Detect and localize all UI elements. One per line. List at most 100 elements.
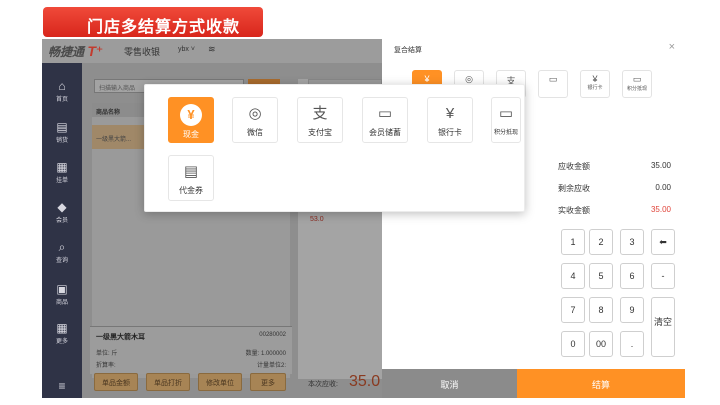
method-cash[interactable]: ¥ 现金 (168, 97, 214, 143)
method-label: 微信 (247, 128, 263, 137)
panel-title: 复合结算 (394, 47, 422, 54)
due-value: 35.0 (349, 373, 381, 390)
report-icon: ▦ (56, 160, 68, 174)
method-wechat[interactable]: ◎ 微信 (232, 97, 278, 143)
sidebar-item-label: 销货 (55, 138, 68, 144)
member-card-icon: ▭ (377, 105, 393, 122)
key-1[interactable]: 1 (561, 229, 585, 255)
mini-method-label: 银行卡 (587, 85, 603, 91)
received-value: 35.00 (650, 205, 671, 214)
bankcard-icon: ¥ (445, 105, 455, 122)
sidebar-item-label: 会员 (55, 218, 68, 224)
logo-mark: T⁺ (87, 43, 104, 59)
mode-label: 零售收银 (124, 47, 161, 57)
alipay-icon: 支 (312, 105, 328, 122)
user-menu[interactable]: ybx ˅ (178, 46, 195, 53)
search-icon: ⌕ (58, 240, 66, 254)
detail-code: 00280002 (259, 332, 286, 338)
sidebar-menu-button[interactable]: ≡ (42, 379, 82, 393)
item-discount-button[interactable]: 单品打折 (146, 373, 190, 391)
menu-icon: ≡ (58, 379, 66, 393)
sidebar-item-label: 商品 (55, 300, 68, 306)
method-voucher[interactable]: ▤ 代金券 (168, 155, 214, 201)
key-6[interactable]: 6 (620, 263, 644, 289)
key-0[interactable]: 0 (561, 331, 585, 357)
yuan-icon: ¥ (424, 74, 430, 84)
mini-method-bankcard[interactable]: ¥ 银行卡 (580, 70, 610, 98)
settle-button[interactable]: 结算 (517, 369, 685, 398)
method-label: 会员储蓄 (369, 128, 401, 137)
grid-icon: ▦ (56, 321, 68, 335)
banner-title: 门店多结算方式收款 (87, 19, 241, 36)
method-label: 代金券 (179, 186, 203, 195)
method-member-savings[interactable]: ▭ 会员储蓄 (362, 97, 408, 143)
sidebar-item-hold[interactable]: ▦ 挂单 (42, 160, 82, 184)
method-label: 银行卡 (438, 128, 462, 137)
key-9[interactable]: 9 (620, 297, 644, 323)
amount-due-value: 35.00 (650, 161, 671, 170)
key-5[interactable]: 5 (589, 263, 613, 289)
bankcard-icon: ¥ (592, 74, 598, 84)
change-unit-button[interactable]: 修改单位 (198, 373, 242, 391)
cancel-button[interactable]: 取消 (382, 369, 517, 398)
detail-unit: 单位: 斤 (96, 351, 118, 357)
wifi-icon: ≋ (208, 44, 216, 54)
clear-key[interactable]: 清空 (651, 297, 675, 357)
remaining-label: 剩余应收 (558, 184, 590, 193)
backspace-key[interactable]: ⬅ (651, 229, 675, 255)
sidebar-item-label: 更多 (55, 339, 68, 345)
minus-key[interactable]: - (651, 263, 675, 289)
points-icon: ▭ (632, 74, 642, 84)
sidebar-item-label: 首页 (55, 97, 68, 103)
sidebar-item-member[interactable]: ◆ 会员 (42, 200, 82, 224)
close-icon[interactable]: × (669, 41, 675, 53)
sidebar-item-goods[interactable]: ▣ 商品 (42, 282, 82, 306)
sidebar-item-label: 查询 (55, 258, 68, 264)
mini-method-points[interactable]: ▭ 积分抵现 (622, 70, 652, 98)
bag-icon: ▣ (56, 282, 68, 296)
sidebar: ⌂ 首页 ▤ 销货 ▦ 挂单 ◆ 会员 ⌕ 查询 ▣ 商品 ▦ 更多 ≡ (42, 63, 82, 398)
detail-name: 一级黑大箭木耳 (96, 334, 145, 341)
yuan-icon: ¥ (180, 104, 202, 126)
item-detail: 一级黑大箭木耳 00280002 单位: 斤 数量: 1.000000 折算率:… (90, 326, 292, 374)
key-7[interactable]: 7 (561, 297, 585, 323)
wechat-icon: ◎ (248, 105, 262, 122)
due-label: 本次应收: (308, 381, 338, 388)
detail-unit2: 计量单位2: (256, 363, 286, 369)
more-button[interactable]: 更多 (250, 373, 286, 391)
dot-key[interactable]: . (620, 331, 644, 357)
app-logo: 畅捷通 T⁺ (48, 43, 103, 60)
document-icon: ▤ (56, 120, 68, 134)
sidebar-item-sales[interactable]: ▤ 销货 (42, 120, 82, 144)
method-bankcard[interactable]: ¥ 银行卡 (427, 97, 473, 143)
mini-method-card[interactable]: ▭ (538, 70, 568, 98)
price-tag: 53.0 (310, 216, 324, 223)
logo-text: 畅捷通 (48, 45, 85, 59)
card-icon: ▭ (548, 74, 558, 84)
mini-method-label: 积分抵现 (626, 86, 647, 92)
remaining-value: 0.00 (655, 183, 671, 192)
sidebar-item-query[interactable]: ⌕ 查询 (42, 240, 82, 264)
sidebar-item-more[interactable]: ▦ 更多 (42, 321, 82, 345)
payment-methods-popup: ¥ 现金 ◎ 微信 支 支付宝 ▭ 会员储蓄 ¥ 银行卡 ▭ 积分抵现 ▤ 代金… (144, 84, 525, 212)
sidebar-item-label: 挂单 (55, 178, 68, 184)
points-icon: ▭ (498, 105, 514, 122)
sidebar-item-home[interactable]: ⌂ 首页 (42, 79, 82, 103)
top-bar: 畅捷通 T⁺ 零售收银 ybx ˅ ≋ (42, 39, 382, 63)
key-3[interactable]: 3 (620, 229, 644, 255)
amount-due-label: 应收金额 (558, 162, 590, 171)
key-00[interactable]: 00 (589, 331, 613, 357)
method-alipay[interactable]: 支 支付宝 (297, 97, 343, 143)
method-label: 支付宝 (308, 128, 332, 137)
method-label: 积分抵现 (493, 130, 518, 136)
voucher-icon: ▤ (183, 163, 199, 180)
key-8[interactable]: 8 (589, 297, 613, 323)
detail-rate: 折算率: (96, 363, 116, 369)
item-amount-button[interactable]: 单品金额 (94, 373, 138, 391)
received-label: 实收金额 (558, 206, 590, 215)
key-2[interactable]: 2 (589, 229, 613, 255)
home-icon: ⌂ (58, 79, 66, 93)
method-points[interactable]: ▭ 积分抵现 (491, 97, 521, 143)
method-label: 现金 (183, 130, 199, 139)
key-4[interactable]: 4 (561, 263, 585, 289)
